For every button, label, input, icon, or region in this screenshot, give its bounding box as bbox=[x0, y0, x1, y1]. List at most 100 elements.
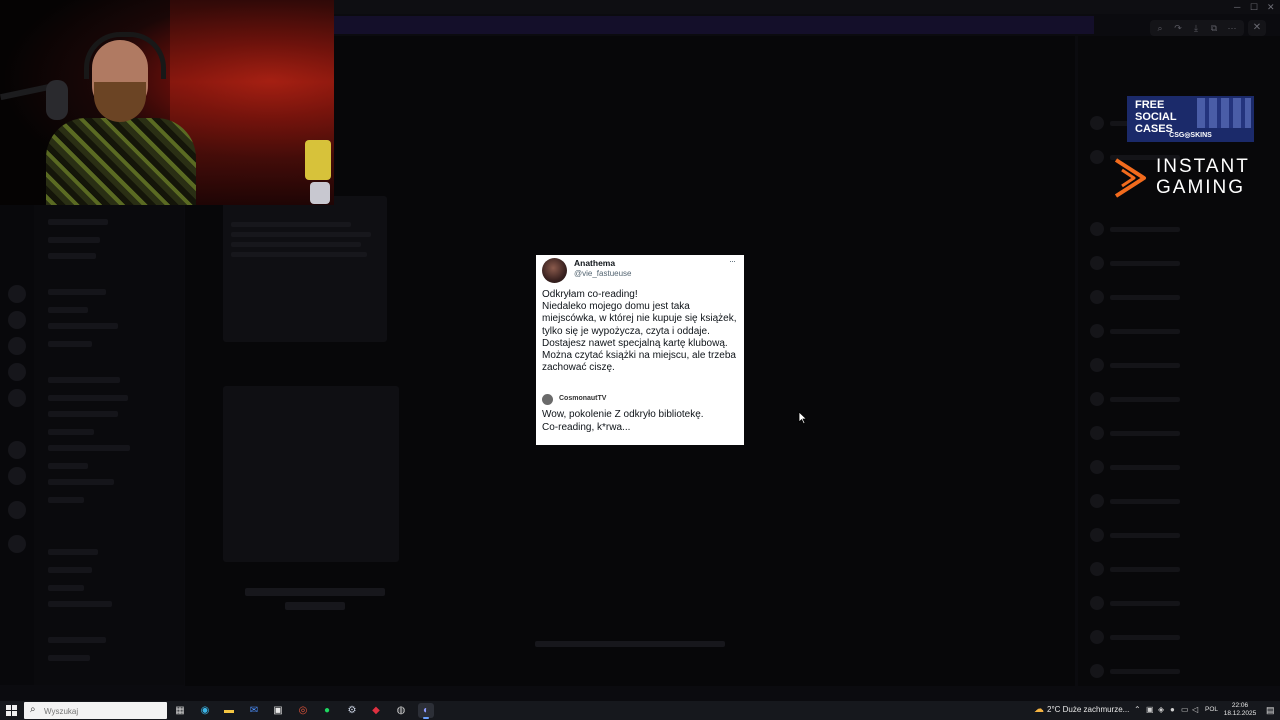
close-viewer-button[interactable]: ✕ bbox=[1248, 20, 1266, 36]
volume-icon[interactable]: ◁ bbox=[1192, 705, 1198, 714]
member-item[interactable] bbox=[1090, 290, 1200, 304]
obs-icon[interactable]: ◍ bbox=[393, 703, 409, 718]
tray-app-icon[interactable]: ◈ bbox=[1158, 705, 1164, 714]
server-icon[interactable] bbox=[8, 535, 26, 553]
member-item[interactable] bbox=[1090, 664, 1200, 678]
member-item[interactable] bbox=[1090, 528, 1200, 542]
instant-gaming-ad[interactable]: INSTANT GAMING bbox=[1110, 156, 1270, 200]
channel-item[interactable] bbox=[48, 585, 84, 591]
channel-item[interactable] bbox=[48, 655, 90, 661]
window-controls: ─ ☐ ✕ bbox=[1228, 2, 1280, 14]
message-image[interactable] bbox=[223, 386, 399, 562]
server-icon[interactable] bbox=[8, 311, 26, 329]
member-item[interactable] bbox=[1090, 630, 1200, 644]
search-input[interactable] bbox=[42, 704, 164, 718]
server-icon[interactable] bbox=[8, 337, 26, 355]
channel-item[interactable] bbox=[48, 237, 100, 243]
ad-headline: FREE SOCIAL CASES bbox=[1135, 99, 1177, 135]
more-icon: ··· bbox=[729, 256, 736, 266]
channel-item[interactable] bbox=[48, 463, 88, 469]
channel-item[interactable] bbox=[48, 377, 120, 383]
mouse-cursor-icon bbox=[798, 411, 808, 425]
server-icon[interactable] bbox=[8, 441, 26, 459]
open-external-icon[interactable]: ⧉ bbox=[1207, 22, 1221, 34]
server-icon[interactable] bbox=[8, 467, 26, 485]
discord-icon[interactable]: ◐ bbox=[418, 703, 434, 719]
task-view-icon[interactable]: ▦ bbox=[172, 703, 188, 718]
member-item[interactable] bbox=[1090, 426, 1200, 440]
channel-item[interactable] bbox=[48, 549, 98, 555]
maximize-icon[interactable]: ☐ bbox=[1250, 2, 1258, 13]
chevron-up-icon[interactable]: ⌃ bbox=[1134, 705, 1141, 714]
channel-item[interactable] bbox=[48, 253, 96, 259]
close-window-icon[interactable]: ✕ bbox=[1267, 2, 1275, 13]
store-icon[interactable]: ▣ bbox=[270, 703, 286, 718]
webcam-overlay bbox=[0, 0, 334, 205]
minimize-icon[interactable]: ─ bbox=[1234, 2, 1240, 12]
chrome-icon[interactable]: ◎ bbox=[295, 703, 311, 718]
start-button[interactable] bbox=[6, 705, 17, 716]
ad-artwork bbox=[1197, 98, 1251, 128]
weather-icon: ☁ bbox=[1034, 704, 1044, 715]
language-indicator[interactable]: POL bbox=[1205, 706, 1218, 713]
weather-widget[interactable]: ☁ 2°C Duże zachmurze... bbox=[1034, 704, 1129, 715]
channel-item[interactable] bbox=[48, 601, 112, 607]
message-input[interactable] bbox=[535, 641, 725, 647]
game-launcher-icon[interactable]: ◆ bbox=[368, 703, 384, 718]
channel-item[interactable] bbox=[48, 341, 92, 347]
network-icon[interactable]: ▭ bbox=[1181, 705, 1189, 714]
server-icon[interactable] bbox=[8, 501, 26, 519]
channel-item[interactable] bbox=[48, 289, 106, 295]
member-item[interactable] bbox=[1090, 324, 1200, 338]
edge-icon[interactable]: ◉ bbox=[197, 703, 213, 718]
mail-icon[interactable]: ✉ bbox=[246, 703, 262, 718]
channel-item[interactable] bbox=[48, 219, 108, 225]
clock-date: 18.12.2025 bbox=[1223, 710, 1257, 717]
notification-icon[interactable]: ▤ bbox=[1266, 705, 1275, 716]
member-item[interactable] bbox=[1090, 392, 1200, 406]
clock-time: 22:06 bbox=[1231, 702, 1249, 709]
channel-item[interactable] bbox=[48, 307, 88, 313]
forward-icon[interactable]: ↷ bbox=[1171, 22, 1185, 34]
member-item[interactable] bbox=[1090, 494, 1200, 508]
tray-app-icon[interactable]: ▣ bbox=[1146, 705, 1154, 714]
spotify-icon[interactable]: ● bbox=[319, 703, 335, 718]
steam-icon[interactable]: ⚙ bbox=[344, 703, 360, 718]
drink-can bbox=[305, 140, 331, 180]
member-item[interactable] bbox=[1090, 222, 1200, 236]
file-explorer-icon[interactable]: ▬ bbox=[221, 703, 237, 718]
channel-item[interactable] bbox=[48, 479, 114, 485]
member-item[interactable] bbox=[1090, 256, 1200, 270]
channel-item[interactable] bbox=[48, 497, 84, 503]
more-options-icon[interactable]: ⋯ bbox=[1225, 22, 1239, 34]
ad-word: INSTANT bbox=[1156, 156, 1250, 177]
zoom-icon[interactable]: ⌕ bbox=[1153, 22, 1167, 34]
channel-item[interactable] bbox=[48, 323, 118, 329]
member-item[interactable] bbox=[1090, 562, 1200, 576]
channel-item[interactable] bbox=[48, 445, 130, 451]
taskbar: ⌕ ▦ ◉ ▬ ✉ ▣ ◎ ● ⚙ ◆ ◍ ◐ ☁2°C Duże zachmu… bbox=[0, 701, 1280, 720]
free-cases-ad[interactable]: FREE SOCIAL CASES CSG◎SKINS bbox=[1127, 96, 1254, 142]
channel-item[interactable] bbox=[48, 567, 92, 573]
server-icon[interactable] bbox=[8, 285, 26, 303]
quote-text: Wow, pokolenie Z odkryło bibliotekę. Co-… bbox=[542, 409, 704, 433]
server-icon[interactable] bbox=[8, 389, 26, 407]
server-icon[interactable] bbox=[8, 363, 26, 381]
taskbar-search[interactable]: ⌕ bbox=[24, 702, 167, 719]
instant-gaming-logo-icon bbox=[1114, 158, 1146, 198]
window-title-bar bbox=[334, 0, 1280, 14]
download-icon[interactable]: ⤓ bbox=[1189, 22, 1203, 34]
weather-text: 2°C Duże zachmurze... bbox=[1047, 705, 1130, 714]
headphones bbox=[84, 32, 166, 79]
clock[interactable]: 22:06 18.12.2025 bbox=[1222, 702, 1258, 718]
message-card bbox=[223, 196, 387, 342]
channel-item[interactable] bbox=[48, 637, 106, 643]
member-item[interactable] bbox=[1090, 596, 1200, 610]
tray-app-icon[interactable]: ● bbox=[1170, 705, 1175, 714]
channel-item[interactable] bbox=[48, 429, 94, 435]
member-item[interactable] bbox=[1090, 460, 1200, 474]
channel-item[interactable] bbox=[48, 411, 118, 417]
channel-item[interactable] bbox=[48, 395, 128, 401]
tweet-body: Odkryłam co-reading! Niedaleko mojego do… bbox=[542, 289, 737, 374]
member-item[interactable] bbox=[1090, 358, 1200, 372]
